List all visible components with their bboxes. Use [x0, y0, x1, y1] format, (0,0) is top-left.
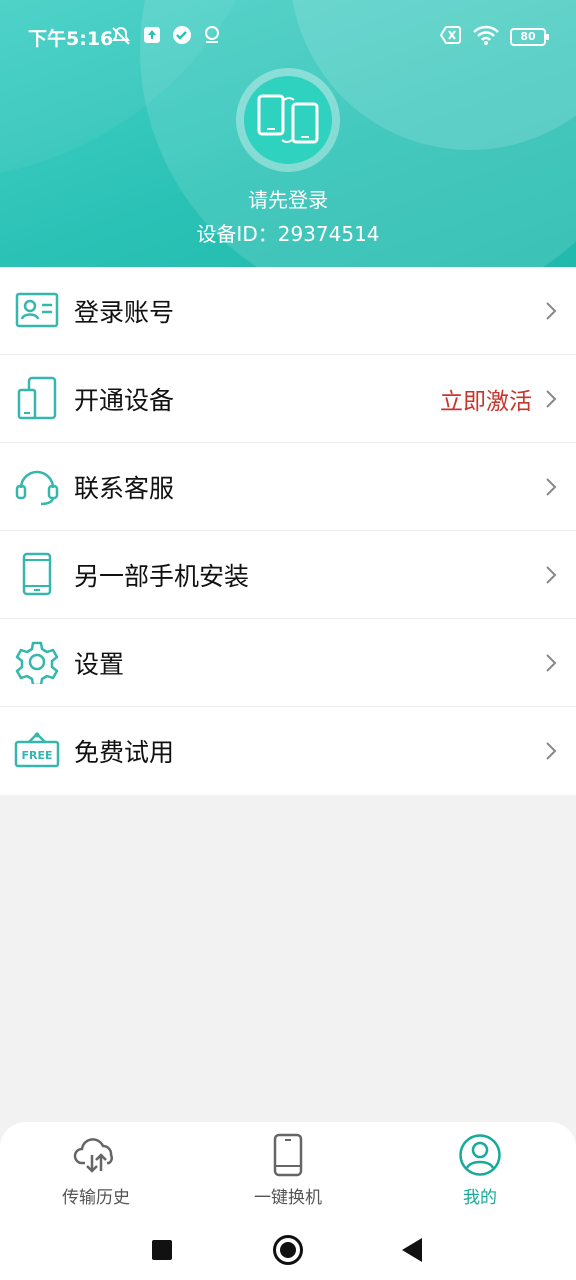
cloud-transfer-icon: [72, 1132, 120, 1178]
status-right-icons: 80: [439, 25, 549, 49]
square-icon: [152, 1240, 172, 1260]
menu-item-label: 设置: [74, 649, 125, 679]
location-notify-icon: [202, 25, 222, 51]
recent-apps-button[interactable]: [142, 1230, 182, 1270]
chevron-right-icon: [546, 302, 557, 320]
tab-transfer-history[interactable]: 传输历史: [0, 1132, 192, 1218]
phone-icon: [14, 551, 60, 597]
tab-one-click-switch[interactable]: 一键换机: [192, 1132, 384, 1218]
device-id: 设备ID：29374514: [196, 222, 380, 246]
back-button[interactable]: [392, 1230, 432, 1270]
chevron-right-icon: [546, 478, 557, 496]
status-left-icons: [110, 25, 222, 51]
devices-icon: [14, 375, 60, 421]
battery-icon: 80: [510, 28, 549, 46]
avatar[interactable]: [236, 68, 340, 172]
home-button[interactable]: [268, 1230, 308, 1270]
menu-item-activate-device[interactable]: 开通设备 立即激活: [0, 355, 576, 443]
id-card-icon: [14, 287, 60, 333]
menu-item-label: 另一部手机安装: [74, 561, 250, 591]
chevron-right-icon: [546, 742, 557, 760]
menu-item-contact-support[interactable]: 联系客服: [0, 443, 576, 531]
no-sim-icon: [439, 26, 462, 48]
menu-item-label: 登录账号: [74, 297, 175, 327]
profile-header: 下午5:16 80 请先登录 设备ID：29374514: [0, 0, 576, 267]
menu-item-login-account[interactable]: 登录账号: [0, 267, 576, 355]
system-nav-bar: [0, 1224, 576, 1280]
phone-icon: [264, 1132, 312, 1178]
home-circle-icon: [273, 1235, 303, 1265]
login-hint[interactable]: 请先登录: [0, 184, 576, 213]
upload-notify-icon: [142, 25, 162, 51]
chevron-right-icon: [546, 390, 557, 408]
menu-item-free-trial[interactable]: FREE 免费试用: [0, 707, 576, 795]
menu-item-label: 开通设备: [74, 385, 175, 415]
activate-now-link[interactable]: 立即激活: [440, 382, 532, 416]
status-time: 下午5:16: [28, 28, 114, 50]
menu-item-settings[interactable]: 设置: [0, 619, 576, 707]
menu-item-label: 免费试用: [74, 738, 175, 767]
free-sign-text: FREE: [21, 749, 52, 762]
menu-list: 登录账号 开通设备 立即激活 联系客服 另一部手机安装 设置 FREE 免费试用: [0, 267, 576, 795]
bottom-tab-bar: 传输历史 一键换机 我的: [0, 1122, 576, 1224]
status-bar: 下午5:16 80: [0, 22, 576, 50]
tab-label: 一键换机: [254, 1188, 322, 1208]
mute-icon: [110, 25, 132, 51]
free-sign-icon: FREE: [14, 727, 60, 773]
tab-label: 我的: [463, 1188, 497, 1208]
tab-mine[interactable]: 我的: [384, 1132, 576, 1218]
tab-label: 传输历史: [62, 1188, 130, 1208]
headset-icon: [14, 463, 60, 509]
check-notify-icon: [172, 25, 192, 51]
gear-icon: [14, 639, 60, 685]
phone-transfer-icon: [244, 76, 332, 164]
menu-item-label: 联系客服: [74, 473, 175, 503]
user-icon: [456, 1132, 504, 1178]
back-triangle-icon: [402, 1238, 422, 1262]
chevron-right-icon: [546, 566, 557, 584]
menu-item-install-other-phone[interactable]: 另一部手机安装: [0, 531, 576, 619]
wifi-icon: [472, 25, 500, 49]
chevron-right-icon: [546, 654, 557, 672]
